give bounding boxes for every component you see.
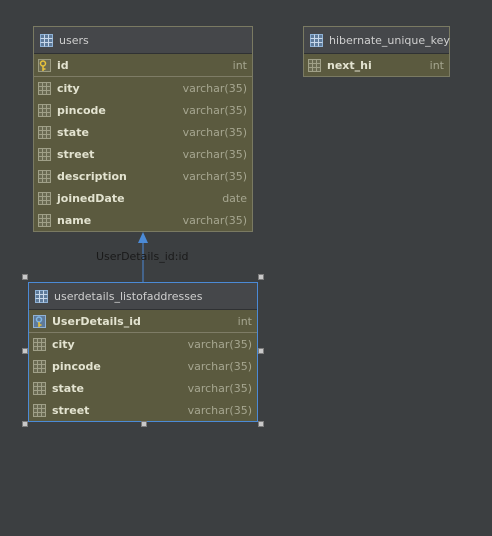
relation-label: UserDetails_id:id [96, 250, 189, 263]
addresses-column-row[interactable]: city varchar(35) [29, 333, 257, 355]
resize-handle-top-left[interactable] [22, 274, 28, 280]
column-name: state [52, 381, 84, 395]
users-table-title: users [59, 33, 89, 47]
column-icon [308, 58, 321, 72]
column-name: pincode [57, 103, 106, 117]
users-column-row[interactable]: city varchar(35) [34, 77, 252, 99]
hibernate-column-row[interactable]: next_hi int [304, 54, 449, 76]
primary-key-icon [38, 58, 51, 72]
column-icon [33, 403, 46, 417]
resize-handle-middle-right[interactable] [258, 348, 264, 354]
column-name: UserDetails_id [52, 314, 141, 328]
users-column-row[interactable]: description varchar(35) [34, 165, 252, 187]
addresses-key-row[interactable]: UserDetails_id int [29, 310, 257, 333]
users-primary-key-row[interactable]: id int [34, 54, 252, 77]
column-type: varchar(35) [182, 81, 247, 95]
column-icon [33, 359, 46, 373]
column-icon [38, 169, 51, 183]
column-name: name [57, 213, 92, 227]
column-icon [38, 81, 51, 95]
column-icon [33, 381, 46, 395]
column-name: joinedDate [57, 191, 125, 205]
table-icon [310, 33, 323, 47]
column-type: int [429, 58, 444, 72]
column-type: varchar(35) [187, 381, 252, 395]
addresses-table-title: userdetails_listofaddresses [54, 289, 203, 303]
hibernate-unique-key-table[interactable]: hibernate_unique_key next_hi int [303, 26, 450, 77]
table-icon [40, 33, 53, 47]
addresses-column-row[interactable]: pincode varchar(35) [29, 355, 257, 377]
column-name: state [57, 125, 89, 139]
column-type: varchar(35) [187, 359, 252, 373]
column-icon [38, 213, 51, 227]
addresses-column-row[interactable]: street varchar(35) [29, 399, 257, 421]
addresses-column-row[interactable]: state varchar(35) [29, 377, 257, 399]
resize-handle-bottom-right[interactable] [258, 421, 264, 427]
table-icon [35, 289, 48, 303]
column-type: int [232, 58, 247, 72]
column-type: varchar(35) [182, 169, 247, 183]
column-type: varchar(35) [187, 403, 252, 417]
column-type: varchar(35) [187, 337, 252, 351]
column-name: pincode [52, 359, 101, 373]
column-type: varchar(35) [182, 147, 247, 161]
column-type: varchar(35) [182, 213, 247, 227]
column-icon [38, 103, 51, 117]
column-type: int [237, 314, 252, 328]
relation-arrowhead [138, 232, 148, 243]
users-column-row[interactable]: name varchar(35) [34, 209, 252, 231]
hibernate-table-title: hibernate_unique_key [329, 33, 450, 47]
userdetails-listofaddresses-table[interactable]: userdetails_listofaddresses UserDetails_… [28, 282, 258, 422]
column-icon [38, 125, 51, 139]
column-name: street [52, 403, 90, 417]
column-icon [33, 337, 46, 351]
column-name: description [57, 169, 127, 183]
column-name: city [57, 81, 80, 95]
column-icon [38, 147, 51, 161]
column-icon [38, 191, 51, 205]
resize-handle-bottom-center[interactable] [141, 421, 147, 427]
column-name: next_hi [327, 58, 372, 72]
hibernate-table-header[interactable]: hibernate_unique_key [304, 27, 450, 54]
addresses-table-header[interactable]: userdetails_listofaddresses [29, 283, 257, 310]
users-column-row[interactable]: joinedDate date [34, 187, 252, 209]
resize-handle-bottom-left[interactable] [22, 421, 28, 427]
resize-handle-middle-left[interactable] [22, 348, 28, 354]
users-table[interactable]: users id int city varchar(35) pincode va… [33, 26, 253, 232]
foreign-key-icon [33, 314, 46, 328]
users-table-header[interactable]: users [34, 27, 252, 54]
users-column-row[interactable]: pincode varchar(35) [34, 99, 252, 121]
column-name: city [52, 337, 75, 351]
column-type: varchar(35) [182, 125, 247, 139]
column-type: varchar(35) [182, 103, 247, 117]
users-column-row[interactable]: street varchar(35) [34, 143, 252, 165]
resize-handle-top-right[interactable] [258, 274, 264, 280]
users-column-row[interactable]: state varchar(35) [34, 121, 252, 143]
column-name: id [57, 58, 69, 72]
column-name: street [57, 147, 95, 161]
column-type: date [222, 191, 247, 205]
